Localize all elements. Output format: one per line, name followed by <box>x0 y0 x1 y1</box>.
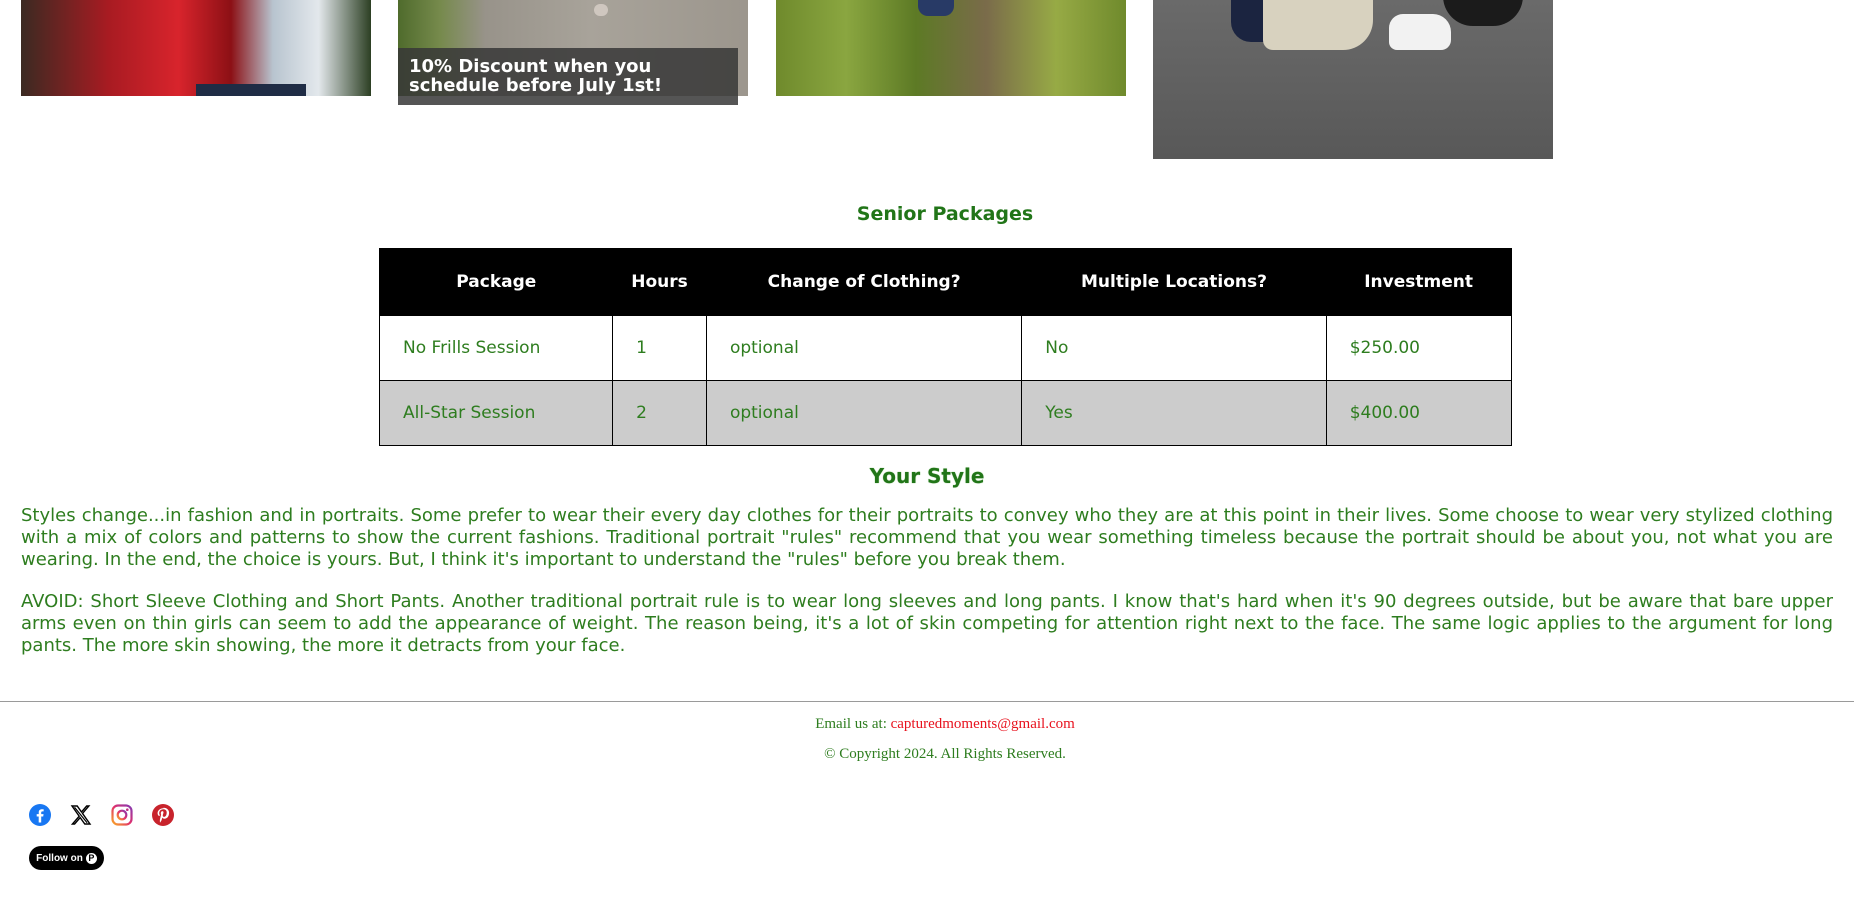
gallery-photo-1[interactable] <box>21 0 371 96</box>
column-header-hours: Hours <box>612 248 707 316</box>
photo-detail <box>1389 14 1451 50</box>
gallery-photo-4[interactable] <box>1153 0 1553 159</box>
pinterest-badge-icon: P <box>85 852 97 864</box>
table-cell: optional <box>705 315 1023 381</box>
table-cell: $250.00 <box>1325 315 1513 381</box>
avoid-paragraph: AVOID: Short Sleeve Clothing and Short P… <box>21 591 1833 656</box>
table-cell: 1 <box>612 315 707 381</box>
your-style-title: Your Style <box>869 464 985 488</box>
column-header-locations: Multiple Locations? <box>1021 248 1327 316</box>
table-header-row: Package Hours Change of Clothing? Multip… <box>379 248 1512 316</box>
table-cell: No <box>1021 315 1327 381</box>
column-header-package: Package <box>379 248 613 316</box>
photo-detail <box>918 0 954 16</box>
discount-caption: 10% Discount when you schedule before Ju… <box>398 48 738 105</box>
footer-divider <box>0 701 1854 702</box>
packages-title: Senior Packages <box>856 203 1034 225</box>
table-cell: All-Star Session <box>378 380 614 446</box>
packages-table: Package Hours Change of Clothing? Multip… <box>378 248 1513 446</box>
email-label: Email us at: <box>815 716 891 732</box>
table-cell: 2 <box>612 380 707 446</box>
photo-detail <box>196 84 306 96</box>
email-link[interactable]: capturedmoments@gmail.com <box>891 716 1075 732</box>
column-header-investment: Investment <box>1326 248 1512 316</box>
style-paragraph: Styles change...in fashion and in portra… <box>21 505 1833 570</box>
table-cell: Yes <box>1021 380 1327 446</box>
follow-label: Follow on <box>36 852 83 864</box>
gallery-photo-3[interactable] <box>776 0 1126 96</box>
photo-detail <box>594 4 608 16</box>
table-cell: $400.00 <box>1325 380 1513 446</box>
column-header-clothing: Change of Clothing? <box>706 248 1022 316</box>
copyright-text: © Copyright 2024. All Rights Reserved. <box>824 746 1066 762</box>
table-cell: No Frills Session <box>378 315 614 381</box>
photo-detail <box>1263 0 1373 50</box>
pinterest-follow-button[interactable]: Follow on P <box>29 846 104 870</box>
table-cell: optional <box>705 380 1023 446</box>
pinterest-icon[interactable] <box>151 803 175 827</box>
instagram-icon[interactable] <box>110 803 134 827</box>
table-row: All-Star Session 2 optional Yes $400.00 <box>378 380 1513 446</box>
photo-detail <box>1443 0 1523 26</box>
facebook-icon[interactable] <box>28 803 52 827</box>
x-icon[interactable] <box>69 803 93 827</box>
email-line: Email us at: capturedmoments@gmail.com <box>0 716 1854 733</box>
table-row: No Frills Session 1 optional No $250.00 <box>378 315 1513 381</box>
